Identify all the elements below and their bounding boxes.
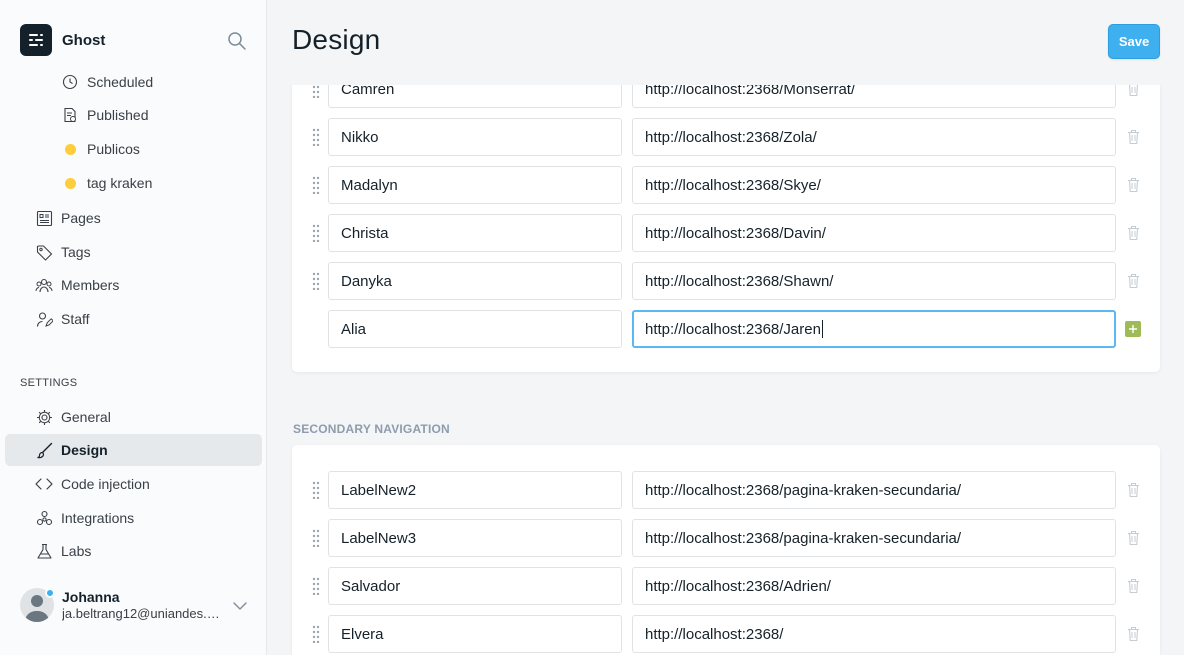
integrations-icon [35,509,53,527]
navigation-label-field[interactable]: LabelNew2 [328,471,622,509]
new-item-label-field[interactable]: Alia [328,310,622,348]
page-header [268,0,1184,85]
sidebar-item-staff[interactable]: Staff [35,304,90,334]
navigation-label-field[interactable]: Christa [328,214,622,252]
trash-icon[interactable] [1127,626,1140,642]
sidebar-item-label: Tags [61,244,91,260]
sidebar-item-label: Staff [61,311,90,327]
tag-icon [35,243,53,261]
drag-handle-icon[interactable] [312,481,320,500]
navigation-url-field[interactable]: http://localhost:2368/Shawn/ [632,262,1116,300]
new-item-url-field[interactable]: http://localhost:2368/Jaren [632,310,1116,348]
drag-handle-icon[interactable] [312,224,320,243]
brush-icon [35,441,53,459]
navigation-item-row: Elvera http://localhost:2368/ [292,615,1160,653]
navigation-item-row: LabelNew3 http://localhost:2368/pagina-kr… [292,519,1160,557]
navigation-item-row: Madalyn http://localhost:2368/Skye/ [292,166,1160,204]
user-email: ja.beltrang12@uniandes.edu.co [62,606,226,621]
settings-section-label: SETTINGS [20,377,78,389]
brand[interactable]: Ghost [20,24,105,56]
sidebar-item-code-injection[interactable]: Code injection [35,469,150,499]
drag-handle-icon[interactable] [312,176,320,195]
sidebar-item-label: tag kraken [87,175,153,191]
trash-icon[interactable] [1127,578,1140,594]
staff-icon [35,310,53,328]
clock-icon [61,73,79,91]
sidebar-item-label: General [61,409,111,425]
page-title: Design [292,24,381,55]
sidebar-item-publicos[interactable]: Publicos [61,134,140,164]
sidebar-item-label: Integrations [61,510,135,526]
navigation-url-field[interactable]: http://localhost:2368/Zola/ [632,118,1116,156]
sidebar-item-general[interactable]: General [35,402,111,432]
navigation-item-row: LabelNew2 http://localhost:2368/pagina-kr… [292,471,1160,509]
navigation-item-row: Nikko http://localhost:2368/Zola/ [292,118,1160,156]
published-icon [61,106,79,124]
trash-icon[interactable] [1127,273,1140,289]
navigation-label-field[interactable]: Danyka [328,262,622,300]
sidebar-item-design[interactable]: Design [35,435,108,465]
code-icon [35,475,53,493]
sidebar-item-members[interactable]: Members [35,270,119,300]
sidebar-item-pages[interactable]: Pages [35,203,101,233]
brand-name: Ghost [62,31,106,49]
sidebar-item-labs[interactable]: Labs [35,536,91,566]
pages-icon [35,209,53,227]
sidebar-item-scheduled[interactable]: Scheduled [61,67,153,97]
secondary-navigation-title: SECONDARY NAVIGATION [293,422,450,436]
save-button[interactable]: Save [1108,24,1160,59]
main-content: SECONDARY NAVIGATION Camren http://localh… [268,0,1184,655]
sidebar-item-label: Pages [61,210,101,226]
new-navigation-item-row: Alia http://localhost:2368/Jaren [292,310,1160,348]
sidebar: Ghost Scheduled Published Publicos tag k… [0,0,267,655]
trash-icon[interactable] [1127,225,1140,241]
drag-handle-icon[interactable] [312,272,320,291]
navigation-item-row: Danyka http://localhost:2368/Shawn/ [292,262,1160,300]
add-icon[interactable] [1125,321,1141,337]
navigation-url-field[interactable]: http://localhost:2368/ [632,615,1116,653]
trash-icon[interactable] [1127,530,1140,546]
sidebar-item-integrations[interactable]: Integrations [35,503,134,533]
ghost-logo-icon [20,24,52,56]
navigation-item-row: Salvador http://localhost:2368/Adrien/ [292,567,1160,605]
navigation-label-field[interactable]: LabelNew3 [328,519,622,557]
trash-icon[interactable] [1127,177,1140,193]
trash-icon[interactable] [1127,129,1140,145]
sidebar-item-published[interactable]: Published [61,100,149,130]
navigation-url-field[interactable]: http://localhost:2368/Skye/ [632,166,1116,204]
sidebar-item-label: Scheduled [87,74,154,90]
members-icon [35,276,53,294]
navigation-label-field[interactable]: Salvador [328,567,622,605]
navigation-item-row: Christa http://localhost:2368/Davin/ [292,214,1160,252]
drag-handle-icon[interactable] [312,577,320,596]
user-name: Johanna [62,589,120,605]
sidebar-item-label: Code injection [61,476,150,492]
sidebar-item-tags[interactable]: Tags [35,237,91,267]
sidebar-item-tag-kraken[interactable]: tag kraken [61,168,152,198]
navigation-label-field[interactable]: Nikko [328,118,622,156]
gear-icon [35,408,53,426]
sidebar-item-label: Members [61,277,120,293]
sidebar-item-label: Published [87,107,149,123]
tag-dot-icon [61,174,79,192]
sidebar-item-label: Design [61,442,108,458]
flask-icon [35,542,53,560]
online-status-badge [45,588,55,598]
sidebar-item-label: Labs [61,543,92,559]
navigation-url-field[interactable]: http://localhost:2368/pagina-kraken-secu… [632,471,1116,509]
sidebar-item-label: Publicos [87,141,140,157]
text-cursor [821,320,823,338]
drag-handle-icon[interactable] [312,529,320,548]
trash-icon[interactable] [1127,482,1140,498]
drag-handle-icon[interactable] [312,128,320,147]
navigation-label-field[interactable]: Elvera [328,615,622,653]
tag-dot-icon [61,140,79,158]
search-icon[interactable] [227,31,247,51]
navigation-url-field[interactable]: http://localhost:2368/pagina-kraken-secu… [632,519,1116,557]
drag-handle-icon[interactable] [312,625,320,644]
chevron-down-icon[interactable] [232,599,248,611]
navigation-label-field[interactable]: Madalyn [328,166,622,204]
navigation-url-field[interactable]: http://localhost:2368/Davin/ [632,214,1116,252]
navigation-url-field[interactable]: http://localhost:2368/Adrien/ [632,567,1116,605]
